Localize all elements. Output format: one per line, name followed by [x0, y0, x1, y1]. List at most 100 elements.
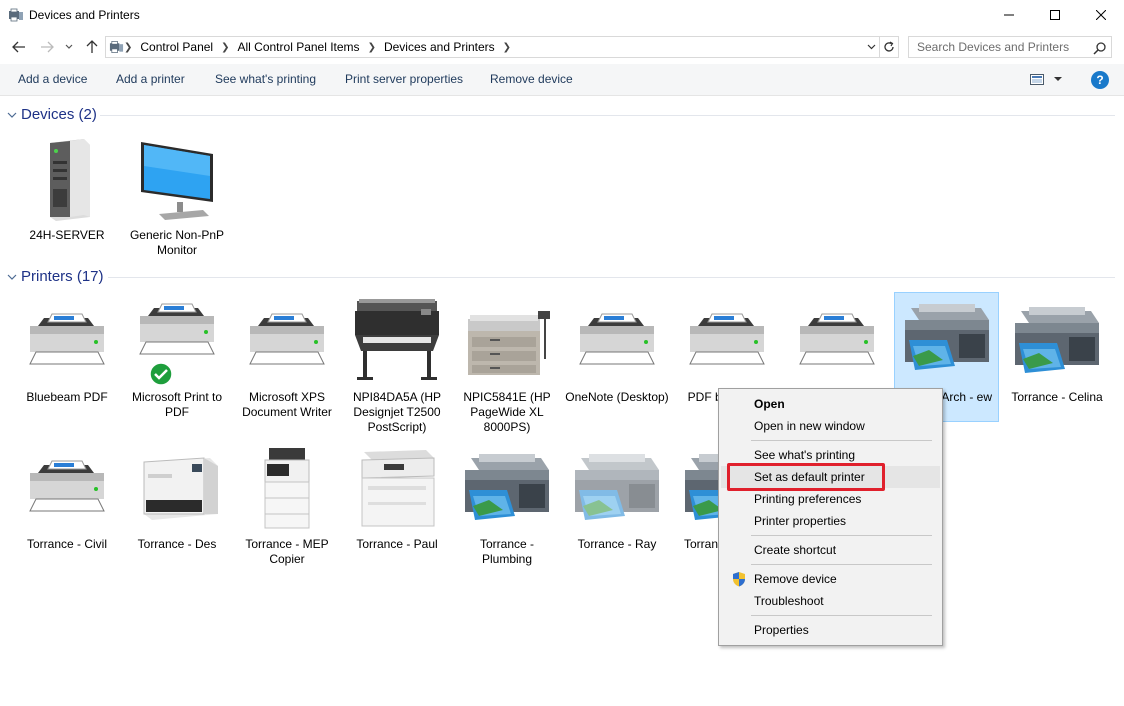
close-icon: [1096, 10, 1106, 20]
printer-icon: [564, 296, 670, 386]
printer-item[interactable]: Torrance - Paul: [344, 443, 450, 573]
printer-name: Bluebeam PDF: [26, 390, 108, 404]
printer-name: Torrance - Celina: [1011, 390, 1103, 404]
refresh-button[interactable]: [879, 36, 899, 58]
content-area: Devices (2) 24H-SERVER Generic Non-PnP M…: [0, 96, 1124, 706]
printer-name: OneNote (Desktop): [565, 390, 669, 404]
printer-item[interactable]: Microsoft XPS Document Writer: [234, 296, 340, 426]
printer-icon: [14, 443, 120, 533]
refresh-icon: [883, 41, 894, 52]
menu-printing-preferences[interactable]: Printing preferences: [721, 488, 940, 510]
devices-group-label: Devices (2): [21, 106, 97, 123]
devices-group-header[interactable]: Devices (2): [6, 106, 97, 123]
close-button[interactable]: [1078, 0, 1124, 30]
device-item[interactable]: Generic Non-PnP Monitor: [124, 134, 230, 264]
remove-device-button[interactable]: Remove device: [490, 72, 573, 86]
menu-create-shortcut[interactable]: Create shortcut: [721, 539, 940, 561]
color-laser-printer-icon: [124, 443, 230, 533]
command-bar: Add a device Add a printer See what's pr…: [0, 64, 1124, 96]
printer-icon: [234, 296, 340, 386]
multifunction-printer-icon: [454, 443, 560, 533]
printer-icon: [124, 296, 230, 386]
context-menu: Open Open in new window See what's print…: [718, 388, 943, 646]
copier-icon: [234, 443, 340, 533]
forward-button[interactable]: [38, 38, 56, 56]
printers-group-label: Printers (17): [21, 268, 104, 285]
add-device-button[interactable]: Add a device: [18, 72, 87, 86]
menu-properties[interactable]: Properties: [721, 619, 940, 641]
minimize-button[interactable]: [986, 0, 1032, 30]
printers-group-header[interactable]: Printers (17): [6, 268, 104, 285]
printer-item[interactable]: [784, 296, 890, 386]
monitor-icon: [124, 134, 230, 224]
printer-item[interactable]: OneNote (Desktop): [564, 296, 670, 426]
print-server-properties-button[interactable]: Print server properties: [345, 72, 463, 86]
menu-troubleshoot[interactable]: Troubleshoot: [721, 590, 940, 612]
menu-separator: [751, 615, 932, 616]
title-bar: Devices and Printers: [0, 0, 1124, 30]
printer-name: Microsoft XPS Document Writer: [242, 390, 332, 419]
maximize-button[interactable]: [1032, 0, 1078, 30]
add-printer-button[interactable]: Add a printer: [116, 72, 185, 86]
breadcrumb-devices-printers[interactable]: Devices and Printers: [384, 40, 495, 54]
printer-item[interactable]: Torrance - Plumbing: [454, 443, 560, 573]
chevron-down-icon: [867, 44, 875, 50]
menu-open[interactable]: Open: [721, 393, 940, 415]
printer-item[interactable]: NPI84DA5A (HP Designjet T2500 PostScript…: [344, 296, 450, 441]
menu-remove-device-label: Remove device: [754, 572, 837, 586]
color-mfp-icon: [344, 443, 450, 533]
chevron-right-icon[interactable]: ❯: [221, 42, 229, 53]
printer-name: Torrance - Plumbing: [479, 537, 535, 566]
menu-printer-properties[interactable]: Printer properties: [721, 510, 940, 532]
device-item[interactable]: 24H-SERVER: [14, 134, 120, 264]
plotter-icon: [344, 296, 450, 386]
server-icon: [14, 134, 120, 224]
printer-item[interactable]: Torrance - Celina: [1004, 296, 1110, 426]
menu-separator: [751, 440, 932, 441]
multifunction-printer-icon: [895, 293, 998, 383]
breadcrumb-control-panel[interactable]: Control Panel: [140, 40, 213, 54]
maximize-icon: [1050, 10, 1060, 20]
menu-remove-device[interactable]: Remove device: [721, 568, 940, 590]
chevron-right-icon[interactable]: ❯: [368, 42, 376, 53]
menu-open-new-window[interactable]: Open in new window: [721, 415, 940, 437]
window-title: Devices and Printers: [29, 8, 140, 22]
breadcrumb-all-items[interactable]: All Control Panel Items: [238, 40, 360, 54]
up-button[interactable]: [83, 38, 101, 56]
search-icon[interactable]: [1093, 41, 1107, 55]
see-whats-printing-button[interactable]: See what's printing: [215, 72, 316, 86]
default-printer-check-icon: [149, 362, 173, 386]
group-divider: [108, 277, 1115, 278]
address-dropdown-button[interactable]: [864, 40, 878, 54]
uac-shield-icon: [733, 572, 745, 587]
menu-separator: [751, 535, 932, 536]
search-input[interactable]: [917, 40, 1087, 54]
printer-name: Torrance - Des: [137, 537, 217, 551]
printer-name: Torrance - Civil: [26, 537, 107, 551]
back-button[interactable]: [10, 38, 28, 56]
printer-name: NPIC5841E (HP PageWide XL 8000PS): [463, 390, 551, 434]
menu-separator: [751, 564, 932, 565]
device-name: 24H-SERVER: [29, 228, 105, 242]
change-view-icon[interactable]: [1030, 74, 1044, 85]
chevron-down-icon: [7, 274, 17, 280]
printer-item[interactable]: Torrance - Civil: [14, 443, 120, 573]
printer-item[interactable]: NPIC5841E (HP PageWide XL 8000PS): [454, 296, 560, 441]
address-bar[interactable]: ❯ Control Panel ❯ All Control Panel Item…: [105, 36, 880, 58]
printer-name: Torrance - Paul: [356, 537, 438, 551]
printer-icon: [14, 296, 120, 386]
printer-item[interactable]: Torrance - MEP Copier: [234, 443, 340, 573]
search-box[interactable]: [908, 36, 1112, 58]
printer-item[interactable]: Microsoft Print to PDF: [124, 296, 230, 426]
help-icon[interactable]: ?: [1091, 71, 1109, 89]
printer-item[interactable]: Torrance - Des: [124, 443, 230, 573]
chevron-right-icon[interactable]: ❯: [503, 42, 511, 53]
printer-item[interactable]: Bluebeam PDF: [14, 296, 120, 426]
forward-arrow-icon: [41, 41, 54, 53]
printer-name: Torrance - Ray: [577, 537, 657, 551]
chevron-right-icon[interactable]: ❯: [124, 42, 132, 53]
chevron-down-icon: [65, 44, 73, 49]
recent-locations-button[interactable]: [63, 38, 75, 56]
more-options-icon[interactable]: [1053, 74, 1063, 84]
printer-name: Torrance - MEP Copier: [245, 537, 329, 566]
